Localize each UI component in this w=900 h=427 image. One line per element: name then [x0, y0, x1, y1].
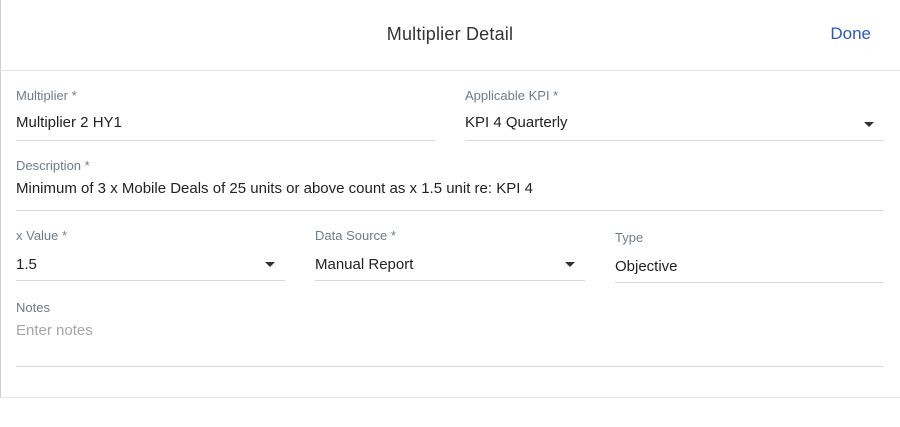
multiplier-input[interactable]: Multiplier 2 HY1 — [16, 114, 122, 131]
description-label: Description * — [16, 158, 90, 173]
notes-underline — [16, 366, 884, 367]
data-source-value[interactable]: Manual Report — [315, 256, 413, 273]
type-value: Objective — [615, 258, 678, 275]
applicable-kpi-label: Applicable KPI * — [465, 88, 559, 103]
dialog-header: Multiplier Detail Done — [0, 0, 900, 71]
x-value-underline — [16, 280, 285, 281]
dialog-title: Multiplier Detail — [386, 24, 514, 44]
done-button[interactable]: Done — [830, 24, 871, 44]
x-value-select[interactable]: x Value * 1.5 — [16, 228, 285, 281]
chevron-down-icon[interactable] — [565, 262, 575, 267]
applicable-kpi-select[interactable]: Applicable KPI * KPI 4 Quarterly — [465, 88, 884, 141]
description-underline — [16, 210, 884, 211]
chevron-down-icon[interactable] — [265, 262, 275, 267]
applicable-kpi-underline — [465, 140, 884, 141]
notes-input[interactable]: Enter notes — [16, 322, 93, 339]
notes-label: Notes — [16, 300, 50, 315]
multiplier-detail-dialog: Multiplier Detail Done Multiplier * Mult… — [0, 0, 900, 427]
notes-field[interactable]: Notes Enter notes — [16, 300, 884, 367]
data-source-select[interactable]: Data Source * Manual Report — [315, 228, 585, 281]
type-underline — [615, 282, 884, 283]
x-value-value[interactable]: 1.5 — [16, 256, 37, 273]
type-label: Type — [615, 230, 644, 245]
description-input[interactable]: Minimum of 3 x Mobile Deals of 25 units … — [16, 180, 533, 197]
description-field[interactable]: Description * Minimum of 3 x Mobile Deal… — [16, 158, 884, 211]
applicable-kpi-value[interactable]: KPI 4 Quarterly — [465, 114, 568, 131]
multiplier-label: Multiplier * — [16, 88, 77, 103]
dialog-bottom-divider — [0, 397, 900, 398]
data-source-label: Data Source * — [315, 228, 396, 243]
data-source-underline — [315, 280, 585, 281]
multiplier-underline — [16, 140, 435, 141]
chevron-down-icon[interactable] — [864, 122, 874, 127]
x-value-label: x Value * — [16, 228, 68, 243]
multiplier-field[interactable]: Multiplier * Multiplier 2 HY1 — [16, 88, 435, 141]
type-field: Type Objective — [615, 230, 884, 283]
